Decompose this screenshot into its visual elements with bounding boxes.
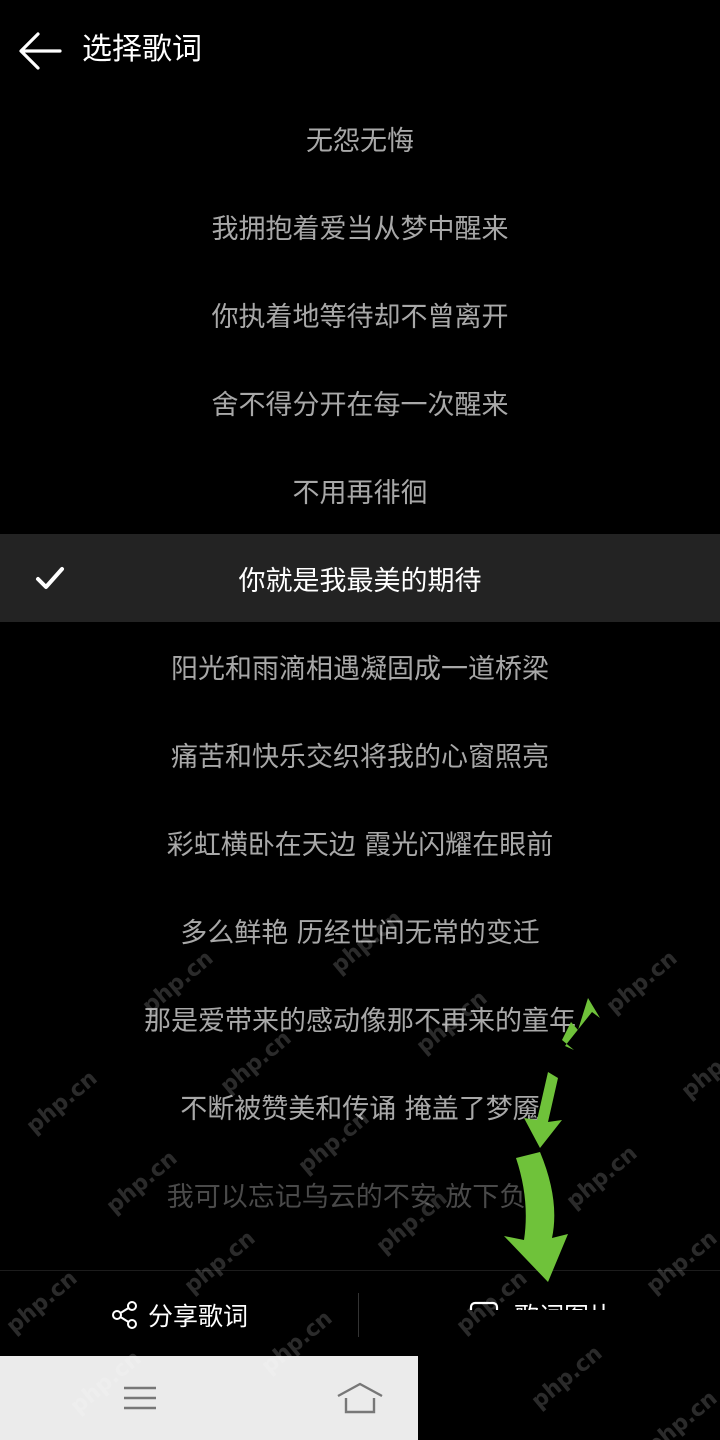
lyric-line[interactable]: 阳光和雨滴相遇凝固成一道桥梁: [0, 622, 720, 710]
lyric-line[interactable]: 不用再徘徊: [0, 446, 720, 534]
lyric-text: 那是爱带来的感动像那不再来的童年: [144, 1005, 576, 1037]
lyric-text: 不用再徘徊: [292, 477, 428, 509]
home-icon[interactable]: [334, 1380, 386, 1418]
lyric-text: 彩虹横卧在天边 霞光闪耀在眼前: [166, 829, 554, 861]
lyric-line[interactable]: 你执着地等待却不曾离开: [0, 270, 720, 358]
check-icon: [36, 567, 64, 589]
lyric-text: 不断被赞美和传诵 掩盖了梦魇: [180, 1093, 540, 1125]
divider: [358, 1293, 359, 1337]
lyric-text: 我拥抱着爱当从梦中醒来: [211, 213, 509, 245]
lyric-line[interactable]: 那是爱带来的感动像那不再来的童年: [0, 974, 720, 1062]
lyric-text: 你就是我最美的期待: [238, 565, 482, 597]
lyric-line[interactable]: 无怨无悔: [0, 94, 720, 182]
overlay-block: [418, 1310, 720, 1440]
lyric-text: 你执着地等待却不曾离开: [211, 301, 509, 333]
lyric-line[interactable]: 舍不得分开在每一次醒来: [0, 358, 720, 446]
share-lyrics-label: 分享歌词: [148, 1302, 249, 1331]
system-nav-bar: [0, 1356, 418, 1440]
lyric-text: 无怨无悔: [306, 125, 414, 157]
page-title: 选择歌词: [82, 32, 202, 67]
share-lyrics-button[interactable]: 分享歌词: [110, 1293, 248, 1337]
back-arrow-icon[interactable]: [14, 26, 66, 76]
lyric-line[interactable]: 痛苦和快乐交织将我的心窗照亮: [0, 710, 720, 798]
lyric-text: 多么鲜艳 历经世间无常的变迁: [180, 917, 540, 949]
menu-icon[interactable]: [120, 1384, 160, 1412]
lyric-line-selected[interactable]: 你就是我最美的期待: [0, 534, 720, 622]
lyrics-list: 无怨无悔 我拥抱着爱当从梦中醒来 你执着地等待却不曾离开 舍不得分开在每一次醒来…: [0, 94, 720, 1238]
lyric-text: 痛苦和快乐交织将我的心窗照亮: [171, 741, 549, 773]
lyric-line[interactable]: 彩虹横卧在天边 霞光闪耀在眼前: [0, 798, 720, 886]
share-icon: [112, 1301, 137, 1329]
lyric-text: 我可以忘记乌云的不安 放下负担: [166, 1181, 554, 1213]
lyric-line[interactable]: 多么鲜艳 历经世间无常的变迁: [0, 886, 720, 974]
header: 选择歌词: [0, 0, 720, 100]
lyric-line[interactable]: 我拥抱着爱当从梦中醒来: [0, 182, 720, 270]
lyric-text: 阳光和雨滴相遇凝固成一道桥梁: [171, 653, 549, 685]
lyric-line[interactable]: 不断被赞美和传诵 掩盖了梦魇: [0, 1062, 720, 1150]
lyric-text: 舍不得分开在每一次醒来: [211, 389, 509, 421]
lyric-line[interactable]: 我可以忘记乌云的不安 放下负担: [0, 1150, 720, 1238]
